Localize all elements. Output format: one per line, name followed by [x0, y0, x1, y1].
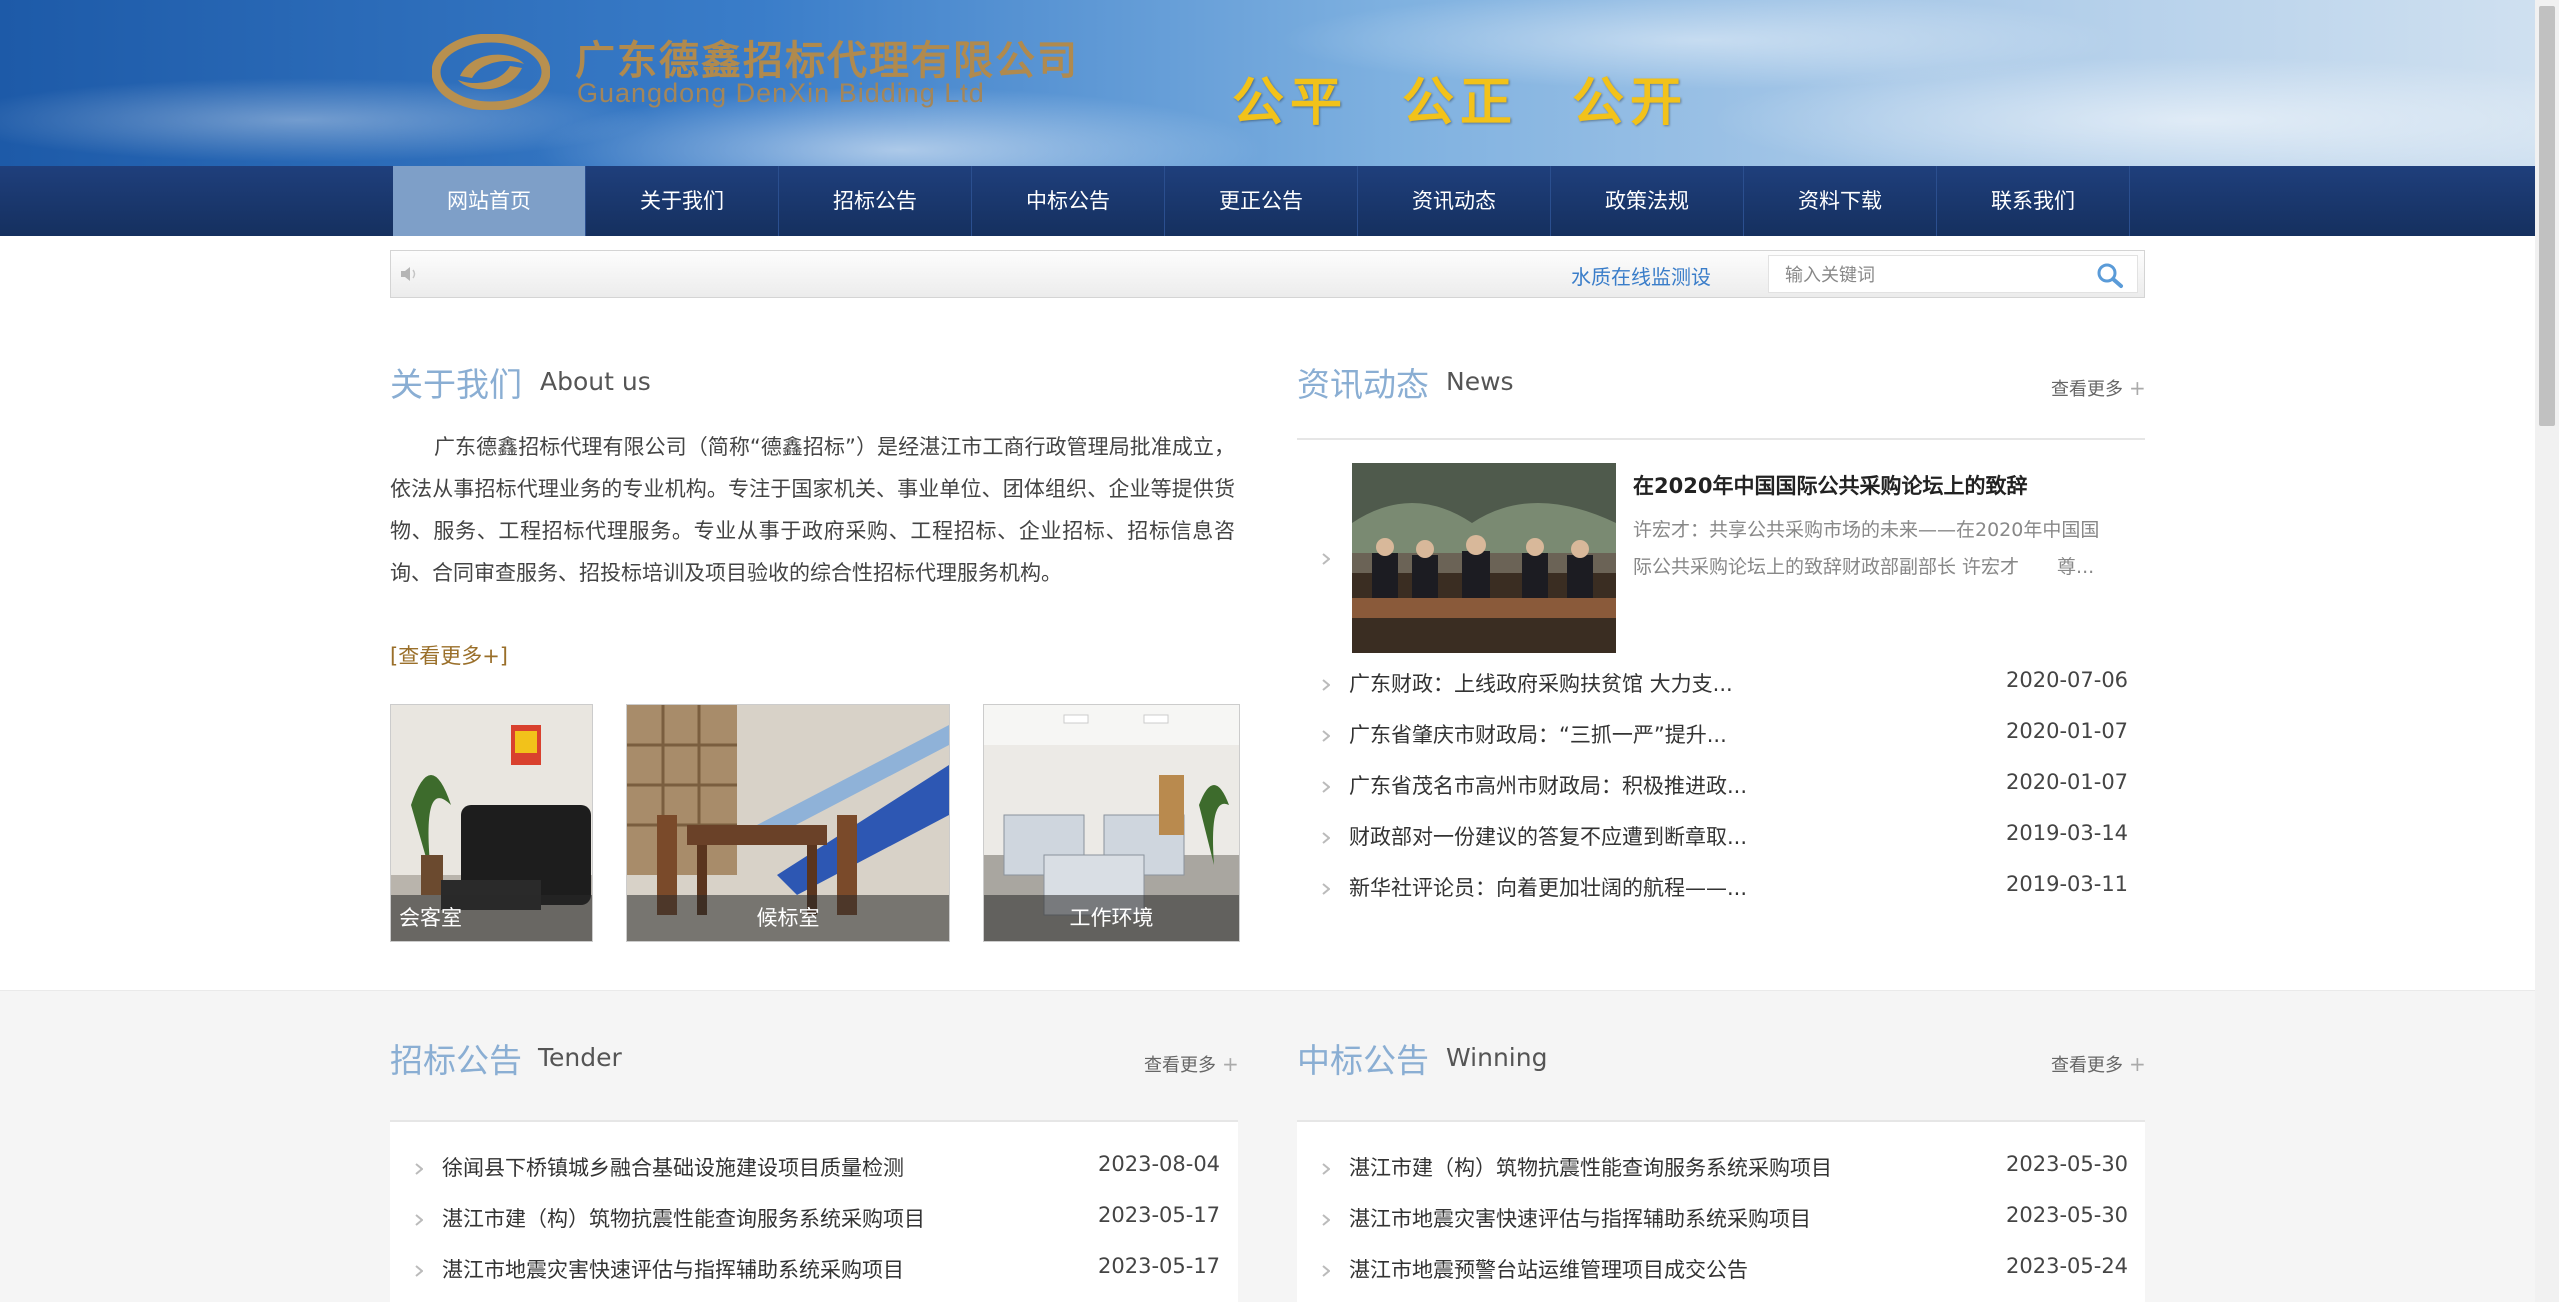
news-item-date: 2020-01-07 [2006, 770, 2129, 794]
vertical-scrollbar[interactable] [2535, 0, 2559, 1302]
winning-item[interactable]: 湛江市地震预警台站运维管理项目成交公告 [1349, 1254, 1748, 1284]
arrow-right-icon [1322, 883, 1330, 895]
photo-work-environment[interactable]: 工作环境 [983, 704, 1240, 942]
news-more-label: 查看更多 [2051, 379, 2123, 400]
news-divider [1297, 438, 2145, 440]
scrolling-notice[interactable]: 水质在线监测设 [1571, 261, 1711, 290]
nav-item-winning[interactable]: 中标公告 [972, 166, 1165, 236]
nav-item-news[interactable]: 资讯动态 [1358, 166, 1551, 236]
about-description: 广东德鑫招标代理有限公司（简称“德鑫招标”）是经湛江市工商行政管理局批准成立，依… [390, 435, 1235, 585]
news-item[interactable]: 财政部对一份建议的答复不应遭到断章取... [1349, 821, 1747, 851]
tender-more-link[interactable]: 查看更多 + [1144, 1051, 1239, 1077]
slogan-fair: 公平 [1232, 72, 1349, 133]
page: 广东德鑫招标代理有限公司 Guangdong DenXin Bidding Lt… [0, 0, 2535, 1302]
plus-icon: + [2129, 376, 2146, 400]
photo-caption: 工作环境 [984, 895, 1239, 941]
nav-item-about[interactable]: 关于我们 [586, 166, 779, 236]
arrow-right-icon [1322, 730, 1330, 742]
tender-item-date: 2023-08-04 [1098, 1152, 1221, 1176]
header-banner: 广东德鑫招标代理有限公司 Guangdong DenXin Bidding Lt… [0, 0, 2535, 166]
slogan-open: 公开 [1572, 72, 1689, 133]
news-item[interactable]: 广东财政：上线政府采购扶贫馆 大力支... [1349, 668, 1733, 698]
nav-item-correction[interactable]: 更正公告 [1165, 166, 1358, 236]
news-item[interactable]: 新华社评论员：向着更加壮阔的航程——... [1349, 872, 1747, 902]
winning-divider [1297, 1120, 2145, 1122]
nav-item-tender[interactable]: 招标公告 [779, 166, 972, 236]
winning-item-date: 2023-05-24 [2006, 1254, 2129, 1278]
news-item[interactable]: 广东省茂名市高州市财政局：积极推进政... [1349, 770, 1747, 800]
company-logo-icon[interactable] [432, 34, 550, 110]
photo-reception-room[interactable]: 会客室 [390, 704, 593, 942]
tender-divider [390, 1120, 1238, 1122]
news-item-date: 2020-01-07 [2006, 719, 2129, 743]
news-title: 资讯动态 [1297, 365, 1429, 404]
about-subtitle: About us [540, 367, 651, 396]
arrow-right-icon [1322, 781, 1330, 793]
nav-item-home[interactable]: 网站首页 [393, 166, 586, 236]
arrow-right-icon [1322, 1163, 1330, 1175]
featured-news-image[interactable] [1352, 463, 1616, 653]
search-icon[interactable] [2093, 260, 2127, 290]
tender-item[interactable]: 湛江市建（构）筑物抗震性能查询服务系统采购项目 [442, 1203, 925, 1233]
news-item-date: 2019-03-11 [2006, 872, 2129, 896]
winning-item[interactable]: 湛江市地震灾害快速评估与指挥辅助系统采购项目 [1349, 1203, 1811, 1233]
photo-caption: 会客室 [391, 895, 592, 941]
news-item-date: 2020-07-06 [2006, 668, 2129, 692]
nav-item-policy[interactable]: 政策法规 [1551, 166, 1744, 236]
nav-item-downloads[interactable]: 资料下载 [1744, 166, 1937, 236]
forum-photo [1352, 463, 1616, 653]
search-box [1768, 255, 2138, 293]
featured-news-title[interactable]: 在2020年中国国际公共采购论坛上的致辞 [1633, 470, 2027, 500]
tender-title: 招标公告 [390, 1041, 522, 1080]
arrow-right-icon [1322, 553, 1330, 565]
news-subtitle: News [1446, 367, 1514, 396]
arrow-right-icon [1322, 1265, 1330, 1277]
winning-item[interactable]: 湛江市建（构）筑物抗震性能查询服务系统采购项目 [1349, 1152, 1832, 1182]
winning-subtitle: Winning [1446, 1043, 1548, 1072]
tender-more-label: 查看更多 [1144, 1055, 1216, 1076]
notice-search-bar: 水质在线监测设 [390, 250, 2145, 298]
winning-more-link[interactable]: 查看更多 + [2051, 1051, 2146, 1077]
arrow-right-icon [1322, 1214, 1330, 1226]
arrow-right-icon [415, 1265, 423, 1277]
winning-item-date: 2023-05-30 [2006, 1152, 2129, 1176]
tender-item-date: 2023-05-17 [1098, 1203, 1221, 1227]
announcements-band [0, 990, 2535, 1302]
winning-more-label: 查看更多 [2051, 1055, 2123, 1076]
tender-subtitle: Tender [538, 1043, 622, 1072]
winning-title: 中标公告 [1297, 1041, 1429, 1080]
arrow-right-icon [1322, 832, 1330, 844]
arrow-right-icon [415, 1163, 423, 1175]
news-item[interactable]: 广东省肇庆市财政局：“三抓一严”提升... [1349, 719, 1727, 749]
about-more-link[interactable]: [查看更多+] [390, 640, 508, 670]
tender-item-date: 2023-05-17 [1098, 1254, 1221, 1278]
company-name-en: Guangdong DenXin Bidding Ltd [577, 78, 985, 108]
featured-news-desc: 许宏才：共享公共采购市场的未来——在2020年中国国际公共采购论坛上的致辞财政部… [1633, 519, 2100, 578]
tender-item[interactable]: 湛江市地震灾害快速评估与指挥辅助系统采购项目 [442, 1254, 904, 1284]
scrollbar-thumb[interactable] [2539, 6, 2555, 426]
speaker-icon [399, 264, 419, 284]
photo-caption: 候标室 [627, 895, 949, 941]
photo-waiting-room[interactable]: 候标室 [626, 704, 950, 942]
winning-item-date: 2023-05-30 [2006, 1203, 2129, 1227]
news-more-link[interactable]: 查看更多 + [2051, 375, 2146, 401]
news-item-date: 2019-03-14 [2006, 821, 2129, 845]
slogan-just: 公正 [1402, 72, 1519, 133]
main-nav: 网站首页 关于我们 招标公告 中标公告 更正公告 资讯动态 政策法规 资料下载 … [0, 166, 2535, 236]
arrow-right-icon [415, 1214, 423, 1226]
nav-item-contact[interactable]: 联系我们 [1937, 166, 2130, 236]
plus-icon: + [1222, 1052, 1239, 1076]
search-input[interactable] [1783, 262, 2087, 288]
plus-icon: + [2129, 1052, 2146, 1076]
about-title: 关于我们 [390, 365, 522, 404]
tender-item[interactable]: 徐闻县下桥镇城乡融合基础设施建设项目质量检测 [442, 1152, 904, 1182]
arrow-right-icon [1322, 679, 1330, 691]
